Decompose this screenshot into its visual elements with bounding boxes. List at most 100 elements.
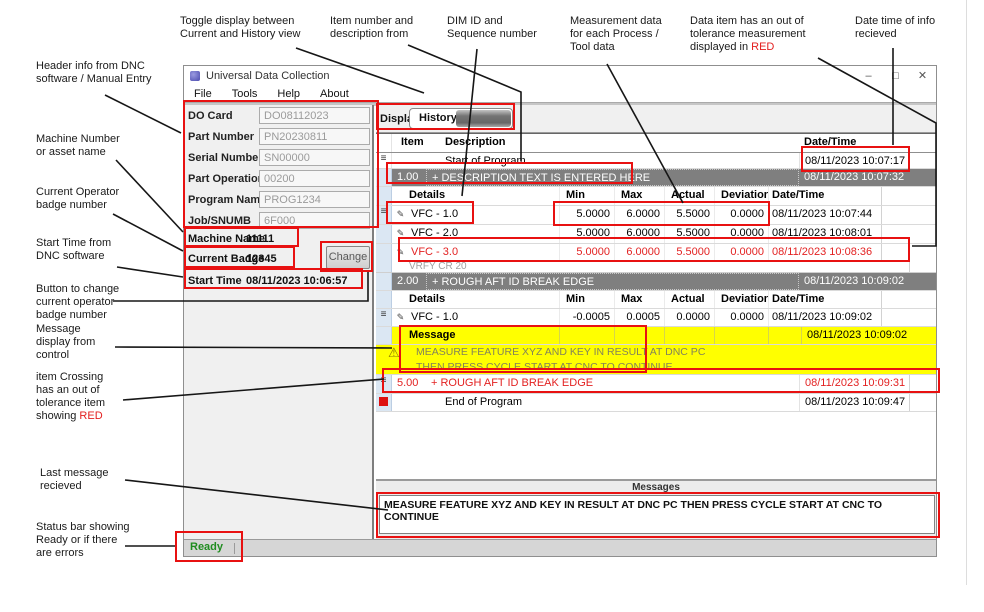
menu-about[interactable]: About: [320, 88, 349, 100]
cell-end: [909, 273, 936, 290]
cell-date: 08/11/2023 10:09:47: [799, 394, 909, 411]
annotation-out-of-tolerance: Data item has an out of tolerance measur…: [690, 15, 806, 54]
field-row-job-snumb: Job/SNUMB: [184, 211, 372, 232]
col-end: [909, 134, 936, 152]
annotation-start-time: Start Time from DNC software: [36, 237, 111, 263]
cell-date: 08/11/2023 10:08:01: [768, 225, 881, 243]
col-max: Max: [614, 187, 664, 205]
menu-file[interactable]: File: [194, 88, 212, 100]
cell-min: 5.0000: [559, 244, 614, 261]
col-item: Item: [392, 134, 444, 152]
toggle-knob-icon[interactable]: [456, 110, 511, 127]
filler-cell: [881, 187, 936, 205]
cell-actual: 0.0000: [664, 309, 714, 326]
table-row-vfc-4[interactable]: ≡ ✎ VFC - 1.0 -0.0005 0.0005 0.0000 0.00…: [376, 309, 936, 327]
cell-description: + ROUGH AFT ID BREAK EDGE: [426, 273, 799, 290]
cell-deviation: 0.0000: [714, 225, 768, 243]
title-bar: Universal Data Collection – □ ✕: [184, 66, 936, 86]
col-description: Description: [444, 134, 799, 152]
annotation-header-info: Header info from DNC software / Manual E…: [36, 60, 152, 86]
close-icon[interactable]: ✕: [909, 66, 936, 86]
table-row-vfc-2[interactable]: ✎ VFC - 2.0 5.0000 6.0000 5.5000 0.0000 …: [376, 225, 936, 244]
table-row-start-of-program[interactable]: ≡ Start of Program 08/11/2023 10:07:17: [376, 153, 936, 169]
menu-tools[interactable]: Tools: [232, 88, 258, 100]
cell-date: 08/11/2023 10:07:44: [768, 206, 881, 224]
annotation-item-number: Item number and description from: [330, 15, 413, 41]
cell-item: [392, 153, 444, 168]
program-name-input[interactable]: [259, 191, 370, 208]
part-number-input[interactable]: [259, 128, 370, 145]
last-message-box: MEASURE FEATURE XYZ AND KEY IN RESULT AT…: [379, 495, 935, 534]
app-icon: [190, 71, 200, 81]
col-actual: Actual: [664, 187, 714, 205]
serial-number-input[interactable]: [259, 149, 370, 166]
row-menu-icon[interactable]: ≡: [376, 153, 392, 168]
cell-deviation: 0.0000: [714, 309, 768, 326]
annotation-change-button: Button to change current operator badge …: [36, 283, 119, 322]
history-table: Item Description Date/Time ≡ Start of Pr…: [376, 133, 936, 479]
part-number-label: Part Number: [188, 131, 254, 143]
display-toggle[interactable]: History: [409, 108, 513, 129]
do-card-input[interactable]: [259, 107, 370, 124]
cell-date: 08/11/2023 10:09:02: [799, 273, 909, 290]
stop-icon: [376, 394, 392, 411]
pencil-icon: ✎: [392, 309, 409, 326]
cell-max: 0.0005: [614, 309, 664, 326]
cell-note: VRFY CR 20: [392, 261, 909, 272]
cell-max: 6.0000: [614, 225, 664, 243]
cell-end: [909, 261, 936, 272]
cell-min: -0.0005: [559, 309, 614, 326]
table-row-message-header[interactable]: Message 08/11/2023 10:09:02: [376, 327, 936, 345]
cell-date: 08/11/2023 10:09:02: [768, 309, 881, 326]
filler-cell: [881, 309, 936, 326]
table-row-group-5-out-of-tolerance[interactable]: ≡ 5.00 + ROUGH AFT ID BREAK EDGE 08/11/2…: [376, 375, 936, 394]
col-deviation: Deviation: [714, 291, 768, 308]
gutter-cell: [376, 225, 392, 243]
menu-bar: File Tools Help About: [184, 86, 936, 102]
pencil-icon: ✎: [392, 225, 409, 243]
menu-help[interactable]: Help: [277, 88, 300, 100]
table-row-vfc-1[interactable]: ≡ ✎ VFC - 1.0 5.0000 6.0000 5.5000 0.000…: [376, 206, 936, 225]
start-time-label: Start Time: [188, 275, 242, 287]
details-subheader-row: Details Min Max Actual Deviation Date/Ti…: [376, 187, 936, 206]
messages-panel-title: Messages: [376, 481, 936, 493]
col-max: Max: [614, 291, 664, 308]
col-actual: Actual: [664, 291, 714, 308]
table-row-group-1[interactable]: 1.00 + DESCRIPTION TEXT IS ENTERED HERE …: [376, 169, 936, 187]
start-time-value: 08/11/2023 10:06:57: [246, 275, 348, 287]
cell-end: [909, 394, 936, 411]
maximize-icon[interactable]: □: [882, 66, 909, 86]
row-menu-icon[interactable]: ≡: [376, 309, 392, 326]
change-badge-button[interactable]: Change: [326, 246, 370, 269]
cell-deviation: 0.0000: [714, 244, 768, 261]
row-menu-icon[interactable]: ≡: [376, 375, 392, 393]
gutter-cell: [376, 134, 392, 152]
cell-message-title: Message: [392, 327, 801, 344]
cell-date: 08/11/2023 10:09:02: [801, 327, 911, 344]
filler-cell: [881, 225, 936, 243]
gutter-cell: [376, 187, 392, 205]
cell-description: End of Program: [444, 394, 799, 411]
part-operation-input[interactable]: [259, 170, 370, 187]
cell-description: + ROUGH AFT ID BREAK EDGE: [426, 375, 799, 393]
annotation-text: Data item has an out of tolerance measur…: [690, 15, 806, 53]
cell-message-text: MEASURE FEATURE XYZ AND KEY IN RESULT AT…: [376, 345, 705, 360]
table-header-row: Item Description Date/Time: [376, 134, 936, 153]
table-row-end-of-program[interactable]: End of Program 08/11/2023 10:09:47: [376, 394, 936, 412]
table-row-group-2[interactable]: 2.00 + ROUGH AFT ID BREAK EDGE 08/11/202…: [376, 273, 936, 291]
minimize-icon[interactable]: –: [855, 66, 882, 86]
line-machine-number: [116, 160, 183, 232]
job-snumb-input[interactable]: [259, 212, 370, 229]
row-menu-icon[interactable]: ≡: [376, 206, 392, 224]
line-start-time: [117, 267, 183, 277]
cell-message-text: THEN PRESS CYCLE START AT CNC TO CONTINU…: [376, 360, 673, 374]
line-header-info: [105, 95, 181, 133]
pencil-icon: ✎: [392, 244, 409, 261]
filler-cell: [881, 244, 936, 261]
cell-description: Start of Program: [444, 153, 799, 168]
table-row-vfc-3-out-of-tolerance[interactable]: ✎ VFC - 3.0 5.0000 6.0000 5.5000 0.0000 …: [376, 244, 936, 261]
part-operation-label: Part Operation: [188, 173, 264, 185]
cell-dim-id: VFC - 1.0: [409, 206, 559, 224]
page-edge: [966, 0, 967, 585]
gutter-cell: [376, 244, 392, 261]
